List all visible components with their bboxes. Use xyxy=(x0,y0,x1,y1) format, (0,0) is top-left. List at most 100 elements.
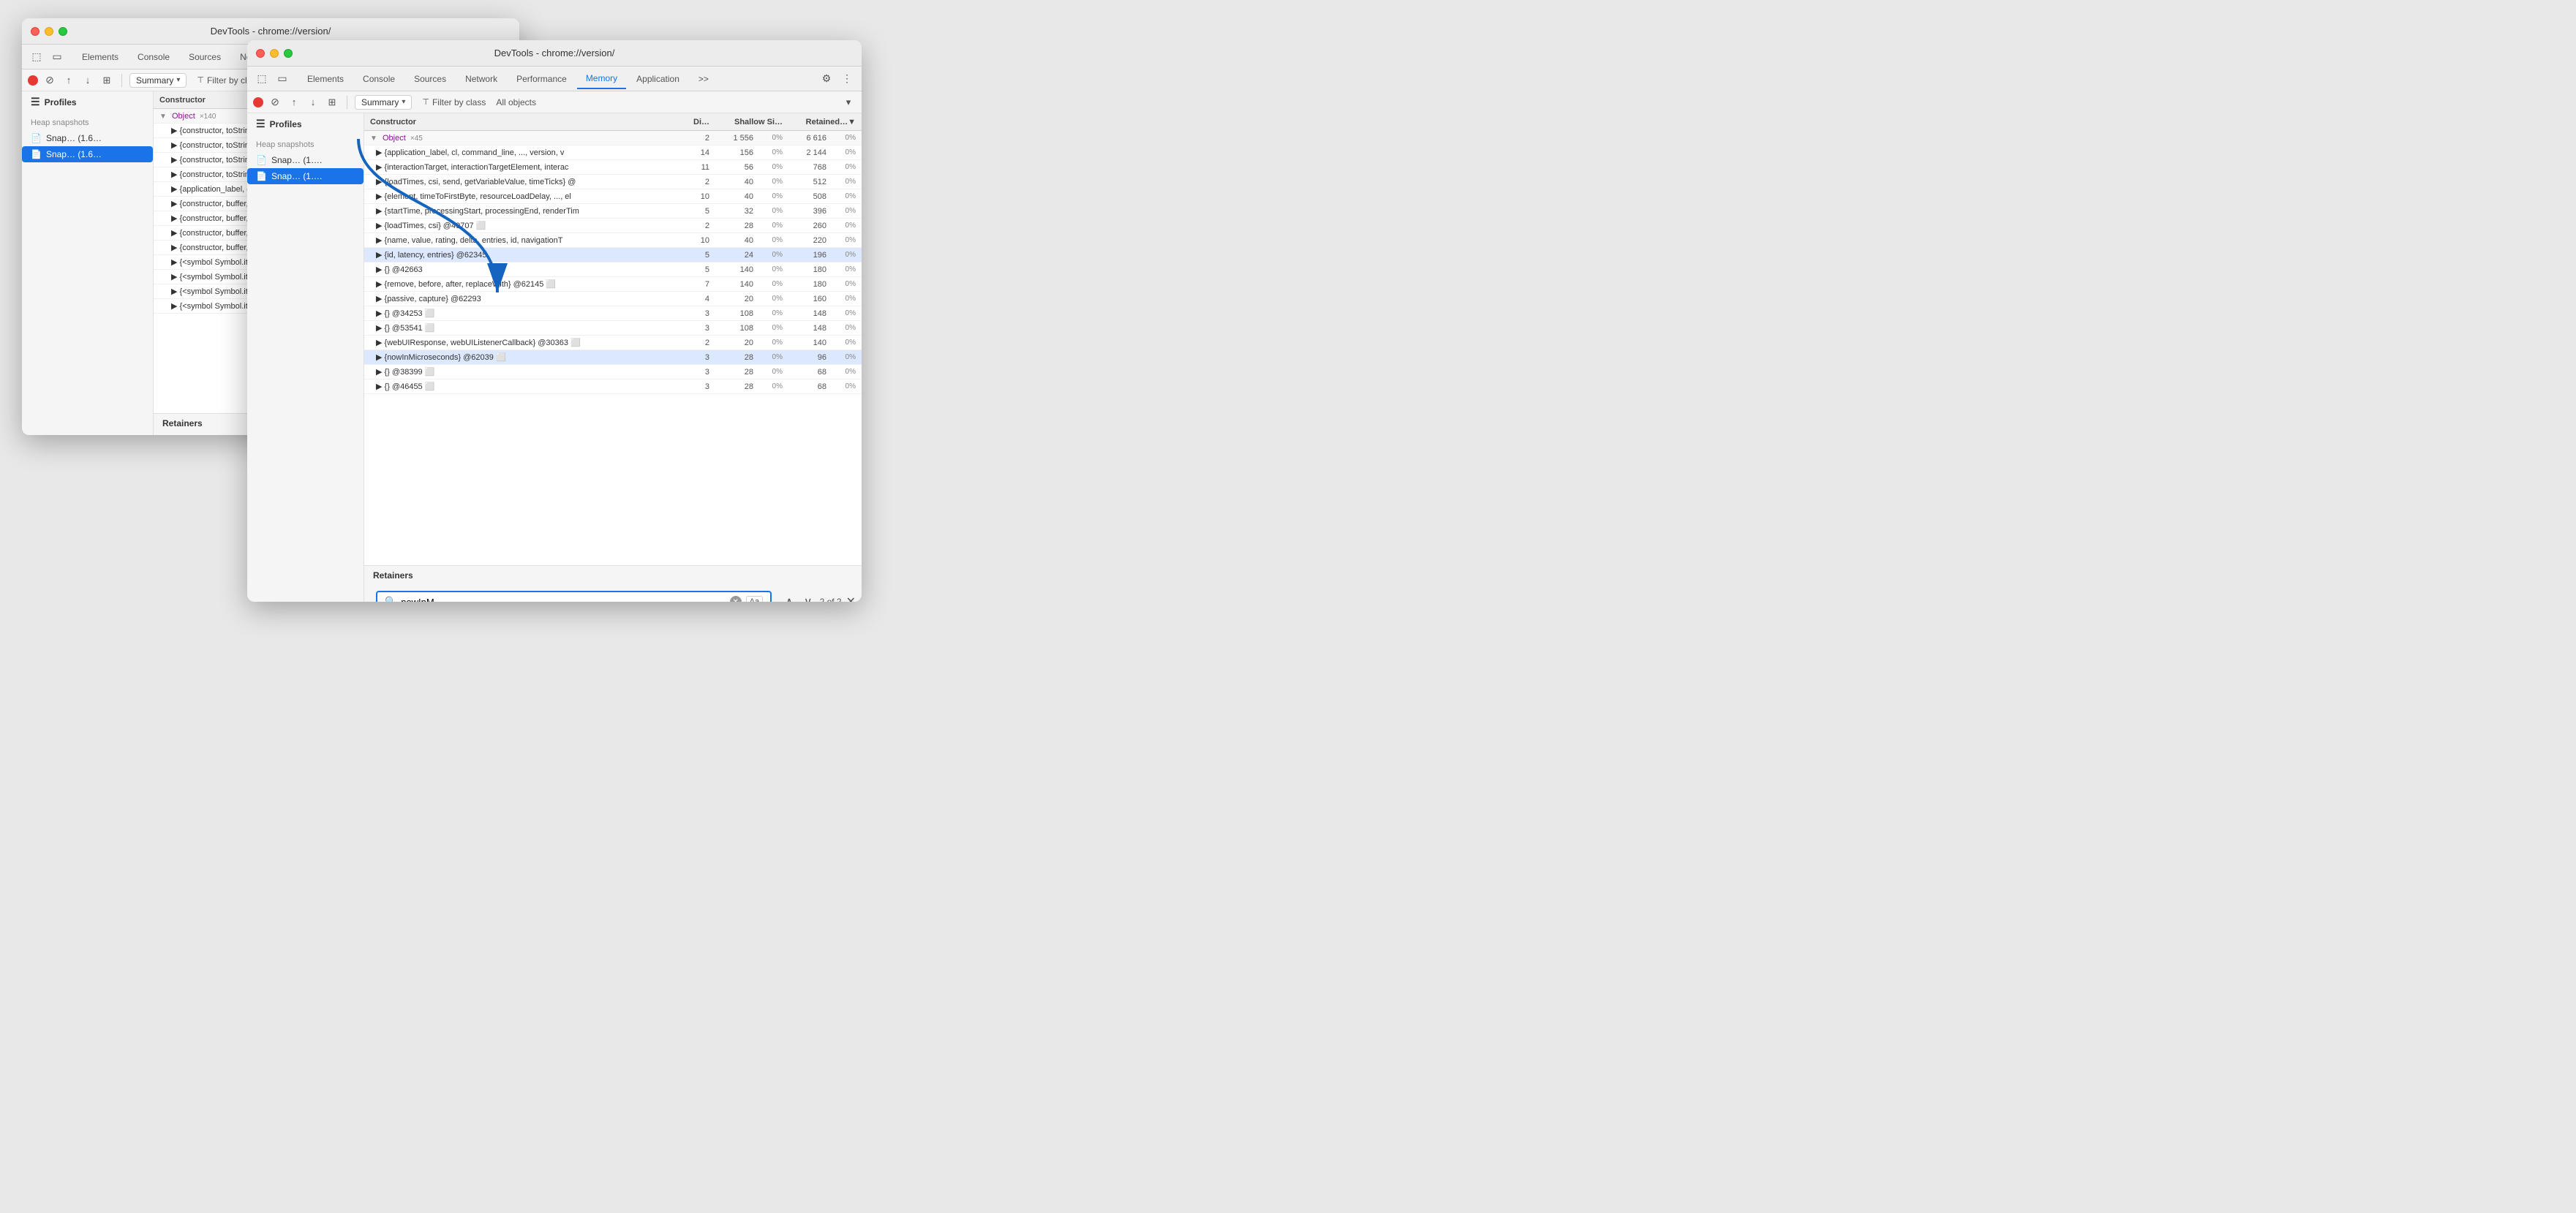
fullscreen-button-1[interactable] xyxy=(59,27,67,36)
retainers-header-2: Retainers xyxy=(364,566,862,585)
clear2-btn-1[interactable]: ⊞ xyxy=(99,73,114,88)
record-stop-btn-1[interactable] xyxy=(28,75,38,86)
row-retained: 768 xyxy=(783,163,826,172)
nav-down-btn-2[interactable]: ∨ xyxy=(801,594,816,602)
search-clear-btn-2[interactable]: ✕ xyxy=(730,596,742,602)
row-dist: 10 xyxy=(677,192,709,201)
download-btn-1[interactable]: ↓ xyxy=(80,73,95,88)
tab-sources-2[interactable]: Sources xyxy=(405,69,455,88)
download-btn-2[interactable]: ↓ xyxy=(306,95,320,110)
row-dist: 5 xyxy=(677,207,709,216)
row-text: ▶ {remove, before, after, replaceWith} @… xyxy=(376,279,677,289)
table-row[interactable]: ▶ {webUIResponse, webUIListenerCallback}… xyxy=(364,336,862,350)
row-shallow: 40 xyxy=(709,236,753,245)
inspect-icon-2[interactable]: ⬚ xyxy=(253,70,271,88)
snap1-item-1[interactable]: 📄 Snap… (1.6… xyxy=(22,130,153,146)
more-toolbar-2[interactable]: ▾ xyxy=(841,95,856,110)
snap2-item-1[interactable]: 📄 Snap… (1.6… xyxy=(22,146,153,162)
snap2-item-2[interactable]: 📄 Snap… (1…. xyxy=(247,168,364,184)
row-text: ▶ {loadTimes, csi, send, getVariableValu… xyxy=(376,177,677,186)
search-close-btn-2[interactable]: ✕ xyxy=(846,594,856,602)
summary-dropdown-1[interactable]: Summary ▾ xyxy=(129,73,187,88)
object-group-row-2[interactable]: ▼ Object ×45 2 1 556 0% 6 616 0% xyxy=(364,131,862,146)
row-retained: 68 xyxy=(783,368,826,377)
filter-icon-1: ⊤ xyxy=(197,75,204,85)
col-retained-header-2: Retained…▼ xyxy=(783,118,856,126)
table-row[interactable]: ▶ {name, value, rating, delta, entries, … xyxy=(364,233,862,248)
settings-icon-2[interactable]: ⚙ xyxy=(818,70,835,88)
row-shallow: 28 xyxy=(709,382,753,391)
table-row[interactable]: ▶ {remove, before, after, replaceWith} @… xyxy=(364,277,862,292)
group-constructor-2: ▼ Object ×45 xyxy=(370,134,677,143)
close-button-2[interactable] xyxy=(256,49,265,58)
row-rp: 0% xyxy=(826,163,856,171)
minimize-button-1[interactable] xyxy=(45,27,53,36)
table-body-2: ▼ Object ×45 2 1 556 0% 6 616 0% ▶ {appl… xyxy=(364,131,862,565)
table-row[interactable]: ▶ {loadTimes, csi} @49707 ⬜ 2 28 0% 260 … xyxy=(364,219,862,233)
table-row[interactable]: ▶ {application_label, cl, command_line, … xyxy=(364,146,862,160)
table-row[interactable]: ▶ {element, timeToFirstByte, resourceLoa… xyxy=(364,189,862,204)
inspect-icon[interactable]: ⬚ xyxy=(28,48,45,66)
clear-btn-1[interactable]: ⊘ xyxy=(42,73,57,88)
table-row[interactable]: ▶ {} @38399 ⬜ 3 28 0% 68 0% xyxy=(364,365,862,379)
search-count-2: 2 of 2 xyxy=(820,597,842,602)
row-shallow: 140 xyxy=(709,280,753,289)
retainers-input-2[interactable] xyxy=(401,597,725,602)
close-button-1[interactable] xyxy=(31,27,39,36)
row-shallow: 24 xyxy=(709,251,753,260)
aa-btn-2[interactable]: Aa xyxy=(746,596,763,602)
row-shallow: 108 xyxy=(709,324,753,333)
row-shallow: 40 xyxy=(709,192,753,201)
device-icon-2[interactable]: ▭ xyxy=(274,70,291,88)
tab-performance-2[interactable]: Performance xyxy=(508,69,576,88)
table-row[interactable]: ▶ {} @46455 ⬜ 3 28 0% 68 0% xyxy=(364,379,862,394)
tab-more-2[interactable]: >> xyxy=(690,69,718,88)
summary-label-1: Summary xyxy=(136,75,173,86)
traffic-lights-2 xyxy=(256,49,293,58)
filter-btn-2[interactable]: ⊤ Filter by class xyxy=(416,96,492,109)
tab-network-2[interactable]: Network xyxy=(456,69,506,88)
highlighted-row[interactable]: ▶ {id, latency, entries} @62345 5 24 0% … xyxy=(364,248,862,262)
tab-sources-1[interactable]: Sources xyxy=(180,48,230,67)
device-icon[interactable]: ▭ xyxy=(48,48,66,66)
retainers-search-bar-2[interactable]: 🔍 ✕ Aa xyxy=(376,591,772,602)
table-row[interactable]: ▶ {} @34253 ⬜ 3 108 0% 148 0% xyxy=(364,306,862,321)
record-stop-btn-2[interactable] xyxy=(253,97,263,107)
row-sp: 0% xyxy=(753,251,783,259)
more-icon-2[interactable]: ⋮ xyxy=(838,70,856,88)
row-rp: 0% xyxy=(826,382,856,390)
nav-up-btn-2[interactable]: ∧ xyxy=(782,594,796,602)
summary-dropdown-2[interactable]: Summary ▾ xyxy=(355,95,412,110)
row-retained: 396 xyxy=(783,207,826,216)
upload-btn-1[interactable]: ↑ xyxy=(61,73,76,88)
table-row[interactable]: ▶ {} @42663 5 140 0% 180 0% xyxy=(364,262,862,277)
minimize-button-2[interactable] xyxy=(270,49,279,58)
table-row[interactable]: ▶ {startTime, processingStart, processin… xyxy=(364,204,862,219)
row-dist: 10 xyxy=(677,236,709,245)
fullscreen-button-2[interactable] xyxy=(284,49,293,58)
tab-application-2[interactable]: Application xyxy=(628,69,688,88)
clear-btn-2[interactable]: ⊘ xyxy=(268,95,282,110)
table-row[interactable]: ▶ {loadTimes, csi, send, getVariableValu… xyxy=(364,175,862,189)
row-retained: 96 xyxy=(783,353,826,362)
col-distance-header-2: Di… xyxy=(677,118,709,126)
tab-memory-2[interactable]: Memory xyxy=(577,69,626,89)
sidebar-2: ☰ Profiles Heap snapshots 📄 Snap… (1…. 📄… xyxy=(247,113,364,602)
tab-elements-2[interactable]: Elements xyxy=(298,69,353,88)
table-row[interactable]: ▶ {} @53541 ⬜ 3 108 0% 148 0% xyxy=(364,321,862,336)
tab-elements-1[interactable]: Elements xyxy=(73,48,127,67)
snap1-item-2[interactable]: 📄 Snap… (1…. xyxy=(247,152,364,168)
count-badge-2: ×45 xyxy=(410,135,423,143)
row-text: ▶ {passive, capture} @62293 xyxy=(376,294,677,303)
table-row[interactable]: ▶ {passive, capture} @62293 4 20 0% 160 … xyxy=(364,292,862,306)
table-row[interactable]: ▶ {interactionTarget, interactionTargetE… xyxy=(364,160,862,175)
nowInMicroseconds-row[interactable]: ▶ {nowInMicroseconds} @62039 ⬜ 3 28 0% 9… xyxy=(364,350,862,365)
row-rp: 0% xyxy=(826,178,856,186)
tab-console-1[interactable]: Console xyxy=(129,48,178,67)
tab-console-2[interactable]: Console xyxy=(354,69,404,88)
upload-btn-2[interactable]: ↑ xyxy=(287,95,301,110)
snap2-label-1: Snap… (1.6… xyxy=(46,149,102,159)
group-sp-2: 0% xyxy=(753,134,783,142)
expand-icon-2: ▼ xyxy=(370,135,377,143)
clear2-btn-2[interactable]: ⊞ xyxy=(325,95,339,110)
